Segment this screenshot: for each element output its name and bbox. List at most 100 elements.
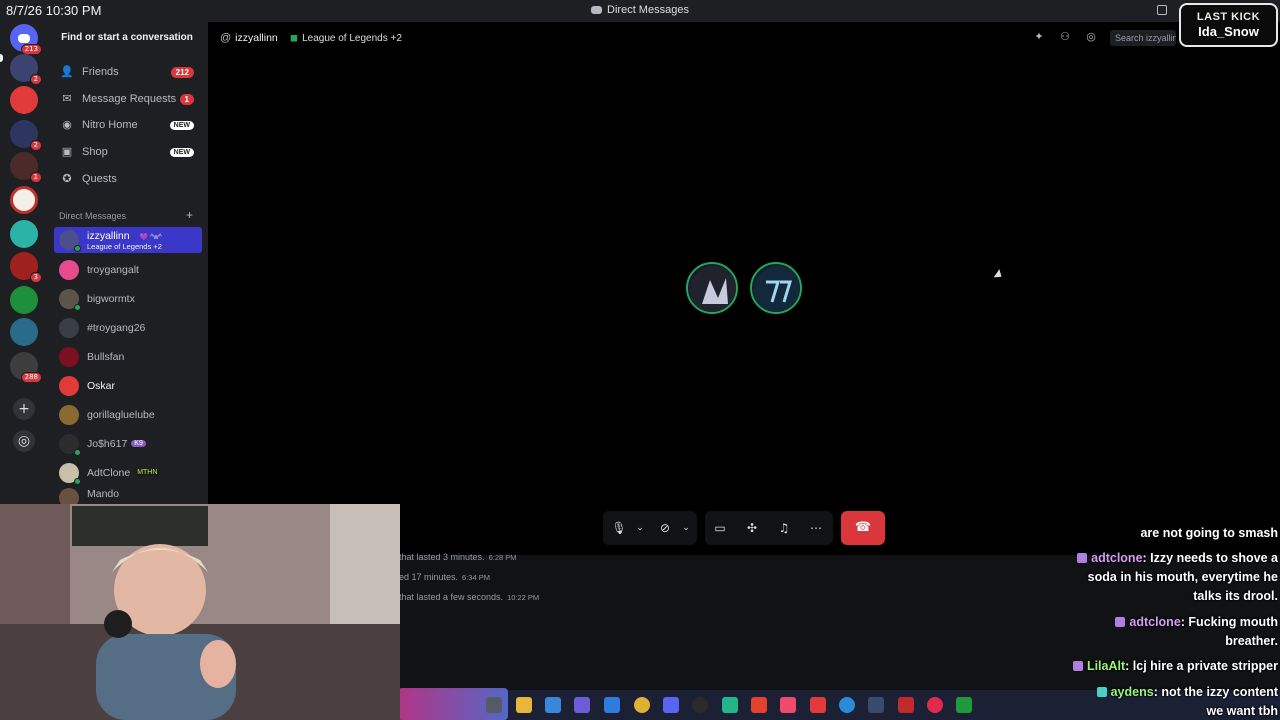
dm-item[interactable]: AdtClone MTHN: [54, 459, 202, 486]
app-icon[interactable]: [868, 697, 884, 713]
call-avatar-izzyallinn[interactable]: [686, 262, 738, 314]
avatar: [59, 404, 79, 425]
music-icon[interactable]: [780, 697, 796, 713]
webcam-feed: [0, 504, 400, 720]
dm-item[interactable]: troygangalt: [54, 256, 202, 283]
chat-badge-icon: [1115, 617, 1126, 627]
app-icon[interactable]: [722, 697, 738, 713]
help-icon[interactable]: [839, 697, 855, 713]
rail-badge: 3: [29, 272, 42, 283]
webcam-image: [0, 504, 400, 720]
avatar: [59, 259, 79, 280]
app-icon[interactable]: [898, 697, 914, 713]
screen-share-icon[interactable]: ▭: [712, 520, 728, 536]
file-explorer-icon[interactable]: [516, 697, 532, 713]
profile-icon[interactable]: ◎: [1084, 30, 1098, 44]
server-icon[interactable]: 1: [10, 152, 42, 183]
call-avatar-self[interactable]: [750, 262, 802, 314]
camera-off-icon[interactable]: ⊘: [657, 520, 673, 536]
server-folder-icon[interactable]: 288: [10, 352, 42, 383]
add-friends-icon[interactable]: ⚇: [1058, 30, 1072, 44]
chat-text: soda in his mouth, everytime he: [1087, 570, 1278, 584]
dm-item[interactable]: Jo$h617 K9: [54, 430, 202, 457]
nav-label: Message Requests: [82, 93, 177, 105]
nav-message-requests[interactable]: ✉ Message Requests 1: [54, 87, 204, 111]
dm-item[interactable]: #troygang26: [54, 314, 202, 341]
discord-taskbar-icon[interactable]: [663, 697, 679, 713]
chrome-icon[interactable]: [634, 697, 650, 713]
taskview-icon[interactable]: [486, 697, 502, 713]
server-icon[interactable]: 2: [10, 54, 42, 85]
server-icon[interactable]: [10, 318, 38, 346]
dm-item[interactable]: Oskar: [54, 372, 202, 399]
nav-nitro-home[interactable]: ◉ Nitro Home NEW: [54, 113, 204, 137]
microphone-icon[interactable]: 🎙: [611, 520, 627, 536]
nitro-icon: ◉: [62, 118, 72, 131]
call-user-name[interactable]: izzyallinn: [235, 32, 278, 44]
quests-icon: ✪: [62, 172, 72, 185]
obs-icon[interactable]: [692, 697, 708, 713]
inbox-icon[interactable]: [1157, 5, 1167, 15]
server-icon[interactable]: [10, 186, 38, 214]
server-rail: 213 2 2 1 3 288 + ◎: [0, 22, 48, 506]
chat-badge-icon: [1096, 687, 1107, 697]
stream-chat-line: soda in his mouth, everytime he: [1088, 568, 1278, 586]
app-icon[interactable]: [810, 697, 826, 713]
search-input[interactable]: Search izzyallinn: [1110, 30, 1176, 46]
copilot-icon[interactable]: [545, 697, 561, 713]
server-icon[interactable]: [10, 286, 38, 314]
nav-friends[interactable]: 👤 Friends 212: [54, 60, 204, 84]
chat-text: talks its drool.: [1193, 589, 1278, 603]
find-conversation-button[interactable]: Find or start a conversation: [56, 28, 198, 48]
server-icon[interactable]: 3: [10, 252, 42, 283]
nav-quests[interactable]: ✪ Quests: [54, 167, 204, 191]
header-toolbar: ✦ ⚇ ◎: [1032, 30, 1098, 46]
dm-item[interactable]: gorillagluelube: [54, 401, 202, 428]
at-icon: @: [220, 32, 232, 44]
store-icon[interactable]: [604, 697, 620, 713]
avatar: [59, 230, 81, 252]
rail-badge: 288: [20, 372, 42, 383]
dm-tag: MTHN: [134, 469, 161, 476]
chat-username: LilaAlt: [1086, 659, 1126, 673]
chat-username: adtclone: [1091, 551, 1143, 565]
avatar-art-icon: [754, 266, 800, 312]
chevron-down-icon[interactable]: ⌄: [678, 520, 694, 536]
stream-chat-line: aydens: not the izzy content: [1096, 683, 1278, 701]
chevron-down-icon[interactable]: ⌄: [632, 520, 648, 536]
new-badge: NEW: [169, 120, 194, 130]
dm-item-izzyallinn[interactable]: izzyallinn 💜 ^w^ League of Legends +2: [54, 227, 202, 253]
teams-icon[interactable]: [574, 697, 590, 713]
server-icon[interactable]: [10, 86, 38, 114]
last-kick-label: LAST KICK: [1196, 11, 1261, 23]
dm-item[interactable]: Bullsfan: [54, 343, 202, 370]
create-dm-button[interactable]: +: [186, 208, 193, 222]
add-server-button[interactable]: +: [13, 398, 35, 420]
dm-item[interactable]: bigwormtx: [54, 285, 202, 312]
discover-icon[interactable]: ◎: [13, 430, 35, 452]
dm-name: bigwormtx: [87, 292, 135, 305]
dm-activity: League of Legends +2: [87, 241, 162, 251]
chat-username: adtclone: [1129, 615, 1181, 629]
chat-badge-icon: [1072, 661, 1083, 671]
nav-shop[interactable]: ▣ Shop NEW: [54, 140, 204, 164]
nav-label: Shop: [82, 146, 108, 158]
more-icon[interactable]: ⋯: [808, 520, 824, 536]
home-button[interactable]: 213: [10, 24, 42, 55]
chat-text: we want tbh: [1206, 704, 1278, 718]
disconnect-button[interactable]: ☎: [841, 511, 885, 545]
activities-icon[interactable]: ✣: [744, 520, 760, 536]
stream-chat-line: adtclone: Fucking mouth: [1115, 613, 1278, 631]
server-icon[interactable]: [10, 220, 38, 248]
nav-label: Friends: [82, 66, 119, 78]
rail-selected-pill: [0, 54, 3, 62]
pin-icon[interactable]: ✦: [1032, 30, 1046, 44]
server-icon[interactable]: 2: [10, 120, 42, 151]
brave-icon[interactable]: [751, 697, 767, 713]
xbox-icon[interactable]: [956, 697, 972, 713]
online-status-icon: [74, 245, 81, 252]
message-time: 10:22 PM: [507, 593, 540, 602]
opera-icon[interactable]: [927, 697, 943, 713]
soundboard-icon[interactable]: ♫: [776, 520, 792, 536]
friends-count-badge: 212: [170, 66, 194, 78]
